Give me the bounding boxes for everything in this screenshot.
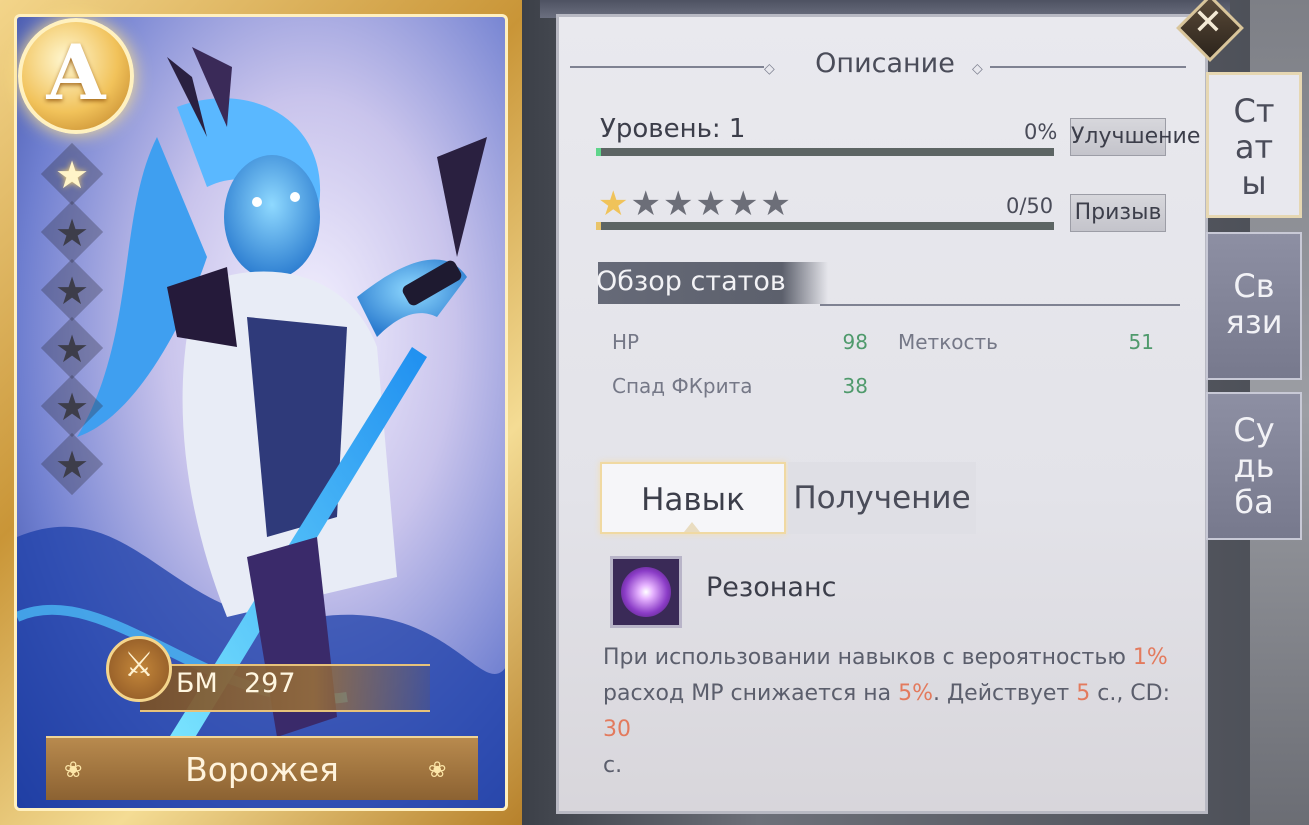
- star-glyph: ★: [54, 153, 90, 197]
- stat-label-hp: HP: [612, 330, 640, 354]
- star-glyph: ★: [54, 269, 90, 313]
- overview-divider: [820, 304, 1180, 306]
- stars-progress-bar: [596, 222, 1054, 230]
- hero-name: Ворожея: [185, 750, 339, 789]
- star-icon: ★: [630, 184, 663, 224]
- resonance-orb-icon[interactable]: [610, 556, 682, 628]
- star-icon: ★: [40, 142, 104, 206]
- upgrade-button[interactable]: Улучшение: [1070, 118, 1200, 156]
- bm-label: БМ: [176, 668, 218, 699]
- skill-orb: [621, 567, 671, 617]
- side-tab-links-line: язи: [1225, 303, 1283, 341]
- star-icon: ★: [40, 374, 104, 438]
- side-tab-fate-line: Су: [1233, 411, 1275, 449]
- level-progress-bar: [596, 148, 1054, 156]
- bm-value: 297: [244, 668, 296, 699]
- skill-name: Резонанс: [706, 572, 837, 603]
- title-ornament-right: ◇: [972, 61, 983, 77]
- star-icon: ★: [662, 184, 696, 224]
- star-glyph: ★: [54, 327, 90, 371]
- star-icon: ★: [40, 432, 104, 496]
- star-icon: ★: [727, 184, 761, 224]
- title-divider-right: [990, 66, 1186, 68]
- star-icon: ★: [598, 184, 631, 224]
- stat-value-crit-reduction: 38: [842, 374, 868, 398]
- star-icon: ★: [40, 316, 104, 380]
- skill-desc-text-4: с., CD:: [1090, 681, 1171, 706]
- level-progress-fill: [596, 148, 601, 156]
- skill-desc-text-2: расход MP снижается на: [603, 681, 899, 706]
- side-tab-stats-line: Ст: [1233, 92, 1275, 130]
- skill-desc-text-1: При использовании навыков с вероятностью: [603, 645, 1133, 670]
- skill-desc-cd: 30: [603, 717, 631, 742]
- card-star-column: ★ ★ ★ ★ ★ ★: [40, 142, 104, 496]
- stars-progress-fill: [596, 222, 601, 230]
- star-glyph: ★: [54, 443, 90, 487]
- star-glyph: ★: [54, 211, 90, 255]
- overview-title: Обзор статов: [596, 266, 786, 297]
- side-tab-stats-line: ы: [1241, 164, 1267, 202]
- skill-description: При использовании навыков с вероятностью…: [603, 640, 1183, 784]
- star-rank-row: ★★★★★★: [598, 184, 793, 224]
- stars-progress-text: 0/50: [1006, 194, 1054, 218]
- grade-badge: A: [18, 18, 134, 134]
- summon-button[interactable]: Призыв: [1070, 194, 1166, 232]
- hero-card[interactable]: A ★ ★ ★ ★ ★ ★ ⚔ БМ 297 Ворожея ❀ ❀: [0, 0, 522, 825]
- side-tab-fate-line: ба: [1234, 483, 1274, 521]
- side-tab-stats[interactable]: Ст ат ы: [1206, 72, 1302, 218]
- close-icon: ✕: [1192, 2, 1224, 43]
- lotus-ornament-icon: ❀: [64, 758, 83, 783]
- lotus-ornament-icon: ❀: [428, 758, 447, 783]
- skill-desc-mp: 5%: [898, 681, 933, 706]
- side-tab-links-line: Св: [1233, 267, 1275, 305]
- skill-desc-duration: 5: [1076, 681, 1091, 706]
- stat-label-accuracy: Меткость: [898, 330, 998, 354]
- star-icon: ★: [760, 184, 793, 224]
- level-label: Уровень: 1: [600, 114, 746, 144]
- tab-active-indicator: [684, 522, 700, 532]
- star-icon: ★: [695, 184, 728, 224]
- side-tab-stats-line: ат: [1234, 128, 1274, 166]
- skill-desc-text-3: . Действует: [932, 681, 1077, 706]
- star-glyph: ★: [54, 385, 90, 429]
- side-tab-fate[interactable]: Су дь ба: [1206, 392, 1302, 540]
- stat-label-crit-reduction: Спад ФКрита: [612, 374, 753, 398]
- side-tab-links[interactable]: Св язи: [1206, 232, 1302, 380]
- crossed-swords-icon: ⚔: [106, 636, 172, 702]
- skill-desc-text-5: с.: [603, 753, 623, 778]
- close-button[interactable]: ✕: [1176, 0, 1244, 62]
- tab-obtain[interactable]: Получение: [788, 462, 976, 534]
- side-tab-fate-line: дь: [1233, 447, 1275, 485]
- skill-desc-chance: 1%: [1132, 645, 1168, 670]
- level-progress-text: 0%: [1024, 120, 1058, 144]
- star-icon: ★: [40, 258, 104, 322]
- hero-name-plate: Ворожея: [46, 736, 478, 800]
- star-icon: ★: [40, 200, 104, 264]
- grade-letter: A: [46, 28, 106, 117]
- title-divider-left: [570, 66, 764, 68]
- stat-value-accuracy: 51: [1128, 330, 1154, 354]
- stat-value-hp: 98: [842, 330, 868, 354]
